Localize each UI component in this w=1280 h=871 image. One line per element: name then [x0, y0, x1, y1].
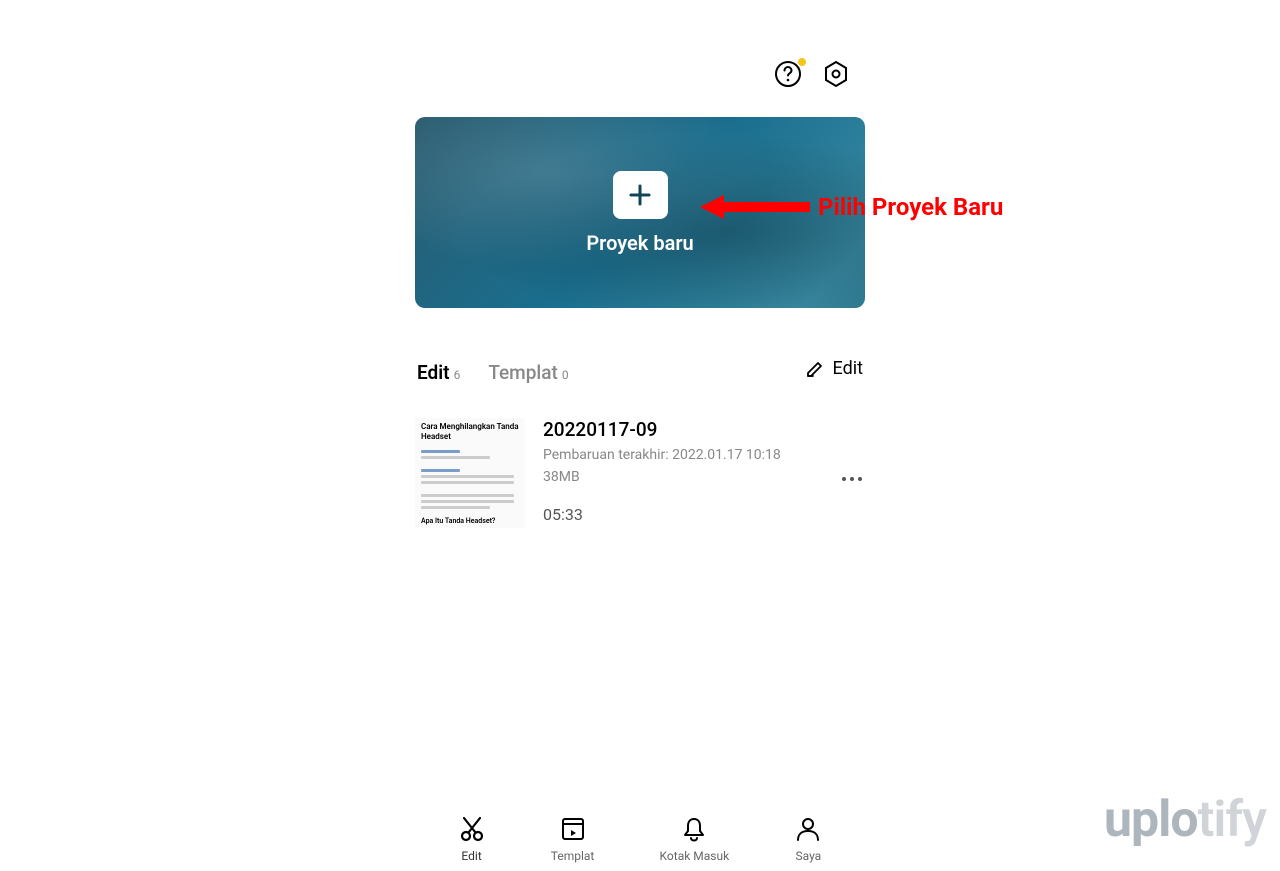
project-updated: Pembaruan terakhir: 2022.01.17 10:18	[543, 447, 865, 463]
watermark-logo: uplotify	[1104, 791, 1266, 849]
template-icon	[559, 815, 587, 843]
nav-templat[interactable]: Templat	[551, 815, 595, 863]
project-duration: 05:33	[543, 505, 865, 524]
header-icons	[774, 60, 850, 92]
project-info: 20220117-09 Pembaruan terakhir: 2022.01.…	[543, 418, 865, 524]
help-button[interactable]	[774, 60, 802, 92]
annotation-text: Pilih Proyek Baru	[818, 193, 1003, 221]
project-list-item[interactable]: Cara Menghilangkan Tanda Headset Apa Itu…	[415, 418, 865, 528]
nav-edit-label: Edit	[461, 849, 481, 863]
bottom-navigation: Edit Templat Kotak Masuk Saya	[415, 815, 865, 863]
new-project-label: Proyek baru	[586, 231, 693, 255]
settings-hex-icon	[822, 60, 850, 88]
annotation-callout: Pilih Proyek Baru	[700, 192, 1003, 222]
nav-edit[interactable]: Edit	[458, 815, 486, 863]
nav-profile[interactable]: Saya	[794, 815, 822, 863]
tab-templat-label: Templat	[488, 361, 558, 384]
tab-templat[interactable]: Templat 0	[488, 361, 568, 384]
plus-icon	[626, 181, 654, 209]
project-size: 38MB	[543, 469, 865, 485]
nav-inbox-label: Kotak Masuk	[660, 849, 730, 863]
watermark-part1: uplo	[1104, 791, 1198, 849]
app-screen: Proyek baru Edit 6 Templat 0 Edit Cara M…	[415, 0, 865, 871]
person-icon	[794, 815, 822, 843]
nav-inbox[interactable]: Kotak Masuk	[660, 815, 730, 863]
tab-edit-label: Edit	[417, 361, 450, 384]
project-title: 20220117-09	[543, 418, 865, 441]
arrow-left-icon	[700, 192, 810, 222]
tab-edit-count: 6	[454, 368, 461, 382]
edit-action-button[interactable]: Edit	[805, 358, 863, 379]
edit-action-label: Edit	[833, 358, 863, 379]
tabs-left: Edit 6 Templat 0	[417, 361, 569, 384]
pencil-icon	[805, 359, 825, 379]
tab-templat-count: 0	[562, 368, 569, 382]
tabs-row: Edit 6 Templat 0 Edit	[415, 358, 865, 384]
scissors-icon	[458, 815, 486, 843]
project-thumbnail: Cara Menghilangkan Tanda Headset Apa Itu…	[415, 418, 525, 528]
project-more-button[interactable]	[841, 466, 863, 487]
settings-button[interactable]	[822, 60, 850, 92]
thumbnail-title: Cara Menghilangkan Tanda Headset	[421, 422, 519, 441]
more-horizontal-icon	[841, 476, 863, 482]
notification-dot	[798, 58, 806, 66]
thumbnail-subtitle: Apa Itu Tanda Headset?	[421, 517, 519, 525]
watermark-part2: tify	[1198, 791, 1266, 849]
bell-icon	[680, 815, 708, 843]
new-project-plus-button[interactable]	[613, 171, 668, 219]
tab-edit[interactable]: Edit 6	[417, 361, 460, 384]
nav-profile-label: Saya	[796, 849, 822, 863]
nav-templat-label: Templat	[551, 849, 595, 863]
